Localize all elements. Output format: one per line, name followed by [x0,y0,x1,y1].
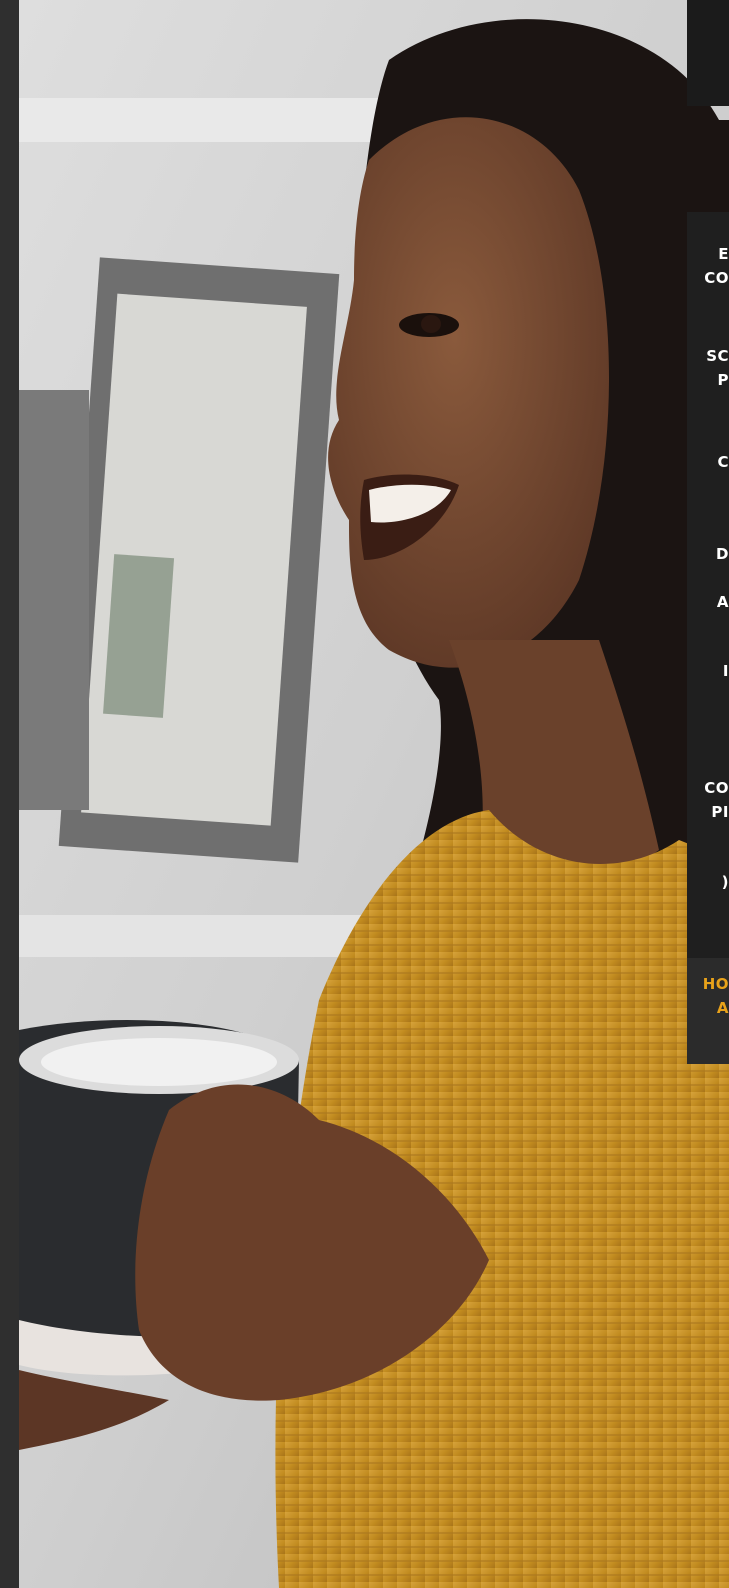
side-menu-item-1[interactable]: E CO [687,242,729,302]
left-edge-strip [0,0,19,1588]
side-menu-item-7[interactable]: ( [687,870,729,906]
page: E CO SC P C D A I CO PI ( HO A [0,0,729,1588]
side-menu-item-6[interactable]: CO PI [687,776,729,836]
side-menu-item-4[interactable]: D A [687,542,729,626]
hero-photo [19,0,729,1588]
side-menu-item-2-line-1: SC [706,347,729,365]
top-dark-panel [687,0,729,106]
hero-illustration [19,0,729,1588]
side-menu-item-6-line-1: CO [704,779,729,797]
side-menu-item-1-line-1: E [718,245,729,263]
side-menu-item-2-line-2: P [717,371,729,389]
side-menu-item-8-line-1: HO [702,975,729,993]
side-menu-item-5-line-1: I [722,662,729,680]
side-menu-item-8-active[interactable]: HO A [687,958,729,1064]
side-menu-item-5[interactable]: I [687,659,729,695]
side-menu-item-2[interactable]: SC P [687,344,729,404]
side-menu-item-8-line-2: A [716,999,729,1017]
side-menu-item-6-line-2: PI [711,803,729,821]
side-menu-item-7-line-1: ( [721,873,729,891]
side-menu-item-1-line-2: CO [704,269,729,287]
side-menu-item-4-line-1: D [716,545,729,563]
side-menu-item-4-line-2: A [716,593,729,611]
side-menu-item-3-line-1: C [717,453,729,471]
side-menu: E CO SC P C D A I CO PI ( HO A [687,212,729,1064]
side-menu-item-3[interactable]: C [687,450,729,486]
